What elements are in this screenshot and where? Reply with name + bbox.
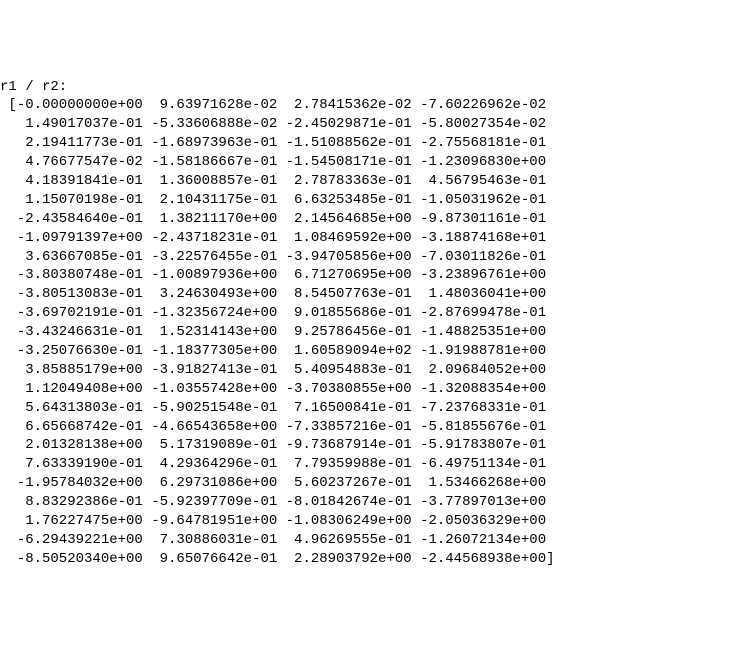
array-printout: r1 / r2: [-0.00000000e+00 9.63971628e-02… bbox=[0, 78, 740, 569]
array-row: 4.18391841e-01 1.36008857e-01 2.78783363… bbox=[0, 172, 740, 191]
array-row: 4.76677547e-02 -1.58186667e-01 -1.545081… bbox=[0, 153, 740, 172]
array-row: 2.19411773e-01 -1.68973963e-01 -1.510885… bbox=[0, 134, 740, 153]
array-row: -1.09791397e+00 -2.43718231e-01 1.084695… bbox=[0, 229, 740, 248]
array-row: -3.25076630e-01 -1.18377305e+00 1.605890… bbox=[0, 342, 740, 361]
array-row: -3.80513083e-01 3.24630493e+00 8.5450776… bbox=[0, 285, 740, 304]
array-row: 3.85885179e+00 -3.91827413e-01 5.4095488… bbox=[0, 361, 740, 380]
array-row: -8.50520340e+00 9.65076642e-01 2.2890379… bbox=[0, 550, 740, 569]
array-row: -1.95784032e+00 6.29731086e+00 5.6023726… bbox=[0, 474, 740, 493]
array-row: -3.43246631e-01 1.52314143e+00 9.2578645… bbox=[0, 323, 740, 342]
array-row: [-0.00000000e+00 9.63971628e-02 2.784153… bbox=[0, 96, 740, 115]
array-row: 5.64313803e-01 -5.90251548e-01 7.1650084… bbox=[0, 399, 740, 418]
array-row: 8.83292386e-01 -5.92397709e-01 -8.018426… bbox=[0, 493, 740, 512]
array-row: -2.43584640e-01 1.38211170e+00 2.1456468… bbox=[0, 210, 740, 229]
header-label: r1 / r2: bbox=[0, 78, 740, 97]
array-row: 2.01328138e+00 5.17319089e-01 -9.7368791… bbox=[0, 436, 740, 455]
array-row: 6.65668742e-01 -4.66543658e+00 -7.338572… bbox=[0, 418, 740, 437]
array-row: 3.63667085e-01 -3.22576455e-01 -3.947058… bbox=[0, 248, 740, 267]
array-row: -3.69702191e-01 -1.32356724e+00 9.018556… bbox=[0, 304, 740, 323]
array-row: 7.63339190e-01 4.29364296e-01 7.79359988… bbox=[0, 455, 740, 474]
array-row: 1.15070198e-01 2.10431175e-01 6.63253485… bbox=[0, 191, 740, 210]
array-row: 1.76227475e+00 -9.64781951e+00 -1.083062… bbox=[0, 512, 740, 531]
array-row: -3.80380748e-01 -1.00897936e+00 6.712706… bbox=[0, 266, 740, 285]
array-row: -6.29439221e+00 7.30886031e-01 4.9626955… bbox=[0, 531, 740, 550]
array-row: 1.49017037e-01 -5.33606888e-02 -2.450298… bbox=[0, 115, 740, 134]
array-row: 1.12049408e+00 -1.03557428e+00 -3.703808… bbox=[0, 380, 740, 399]
